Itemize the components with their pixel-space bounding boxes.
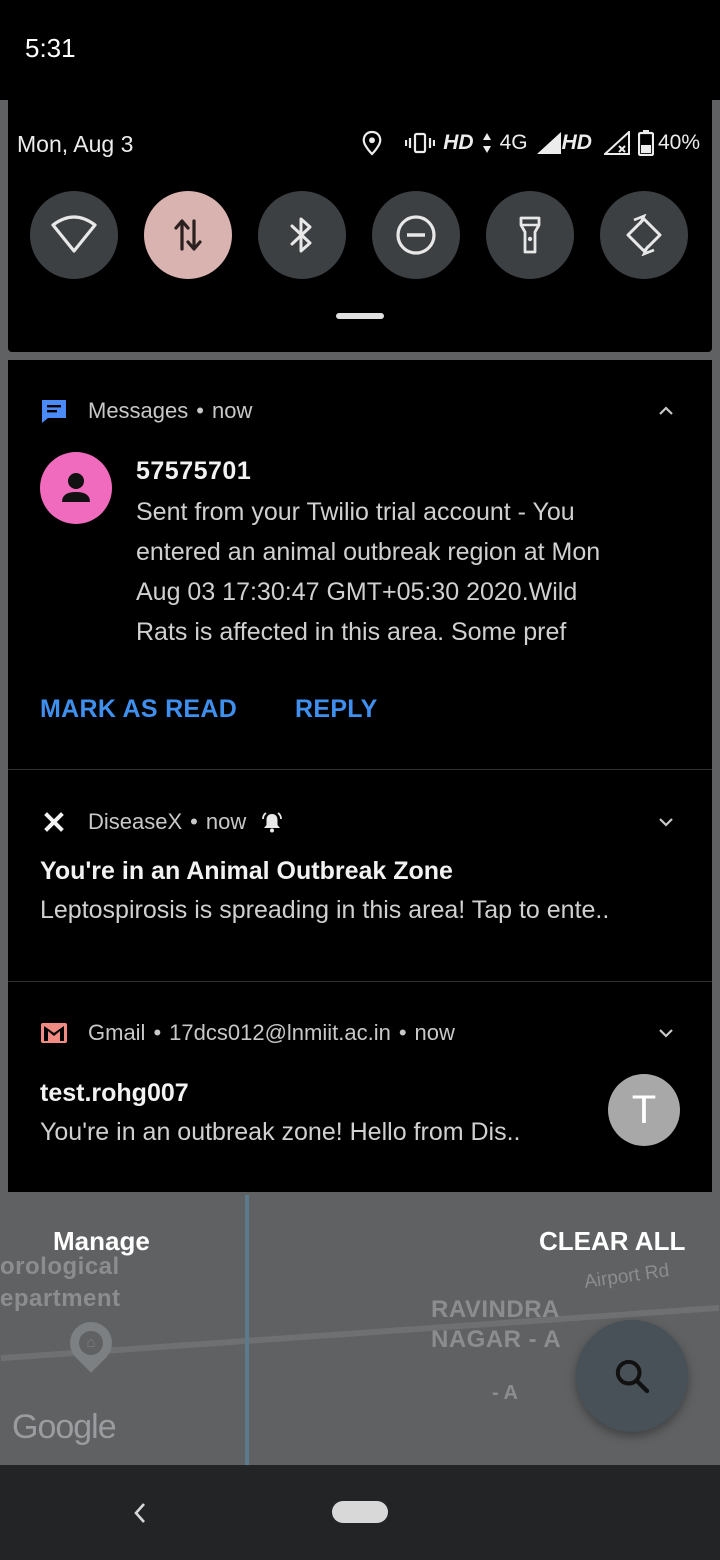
wifi-icon (51, 215, 97, 253)
map-label-road: Airport Rd (582, 1260, 671, 1293)
google-logo: Google (12, 1408, 117, 1446)
person-icon (62, 473, 90, 502)
expand-button[interactable] (656, 1023, 676, 1043)
flashlight-icon (519, 216, 541, 254)
data-arrows-icon (482, 133, 491, 153)
separator-dot: • (196, 398, 204, 423)
tile-auto-rotate[interactable] (600, 191, 688, 279)
app-name: DiseaseX (88, 809, 183, 834)
chevron-up-icon (659, 406, 673, 415)
battery-icon (637, 130, 654, 156)
sender-avatar: T (608, 1074, 680, 1146)
quick-settings-panel: Mon, Aug 3 HD 4G HD 40% (8, 100, 712, 352)
notification-messages[interactable]: Messages • now 57575701 Sent from your T… (8, 360, 712, 769)
mark-as-read-button[interactable]: MARK AS READ (40, 695, 237, 724)
message-sender: 57575701 (136, 457, 252, 485)
app-name: Messages (88, 398, 189, 423)
tile-flashlight[interactable] (486, 191, 574, 279)
notification-header: DiseaseX • now (40, 807, 284, 837)
shade-drag-handle[interactable] (336, 313, 384, 319)
notification-gmail[interactable]: Gmail • 17dcs012@lnmiit.ac.in • now test… (8, 982, 712, 1192)
map-search-button[interactable] (576, 1320, 688, 1432)
hd-voice-label: HD (443, 131, 474, 154)
alert-bell-icon (262, 812, 283, 833)
contact-avatar (40, 452, 112, 524)
map-river (245, 1195, 249, 1465)
message-line: entered an animal outbreak region at Mon (136, 538, 601, 566)
message-line: Rats is affected in this area. Some pref (136, 618, 567, 646)
search-icon (615, 1359, 650, 1394)
message-body: Sent from your Twilio trial account - Yo… (136, 492, 676, 652)
location-icon (362, 130, 382, 156)
message-line: Sent from your Twilio trial account - Yo… (136, 498, 575, 526)
messages-app-icon (40, 397, 68, 425)
chevron-down-icon (659, 1029, 673, 1038)
tile-bluetooth[interactable] (258, 191, 346, 279)
hd-signal-label: HD (561, 131, 592, 154)
signal-icon (536, 132, 561, 154)
separator-dot: • (153, 1020, 162, 1045)
quick-tiles (30, 191, 690, 279)
map-place-pin-icon[interactable]: ⌂ (61, 1313, 121, 1373)
home-pill-button[interactable] (332, 1501, 388, 1523)
notification-time: now (414, 1020, 455, 1045)
expand-button[interactable] (656, 812, 676, 832)
manage-button[interactable]: Manage (53, 1226, 150, 1257)
bluetooth-icon (290, 217, 312, 253)
tile-do-not-disturb[interactable] (372, 191, 460, 279)
map-label-area-1: RAVINDRA (431, 1296, 560, 1323)
vibrate-icon (405, 132, 436, 154)
map-label-dept-2: epartment (0, 1285, 121, 1312)
map-label-area-2: NAGAR - A (431, 1326, 562, 1353)
notification-text: Leptospirosis is spreading in this area!… (40, 896, 610, 924)
shade-date: Mon, Aug 3 (17, 131, 134, 157)
notification-time: now (205, 809, 247, 834)
notification-time: now (211, 398, 253, 423)
mobile-data-icon (174, 219, 202, 251)
network-type-label: 4G (499, 131, 528, 154)
reply-button[interactable]: REPLY (295, 695, 378, 724)
diseasex-app-icon (40, 808, 68, 836)
map-label-a: - A (492, 1382, 518, 1404)
navigation-bar (0, 1465, 720, 1560)
signal-no-sim-icon (603, 131, 630, 155)
notification-header: Gmail • 17dcs012@lnmiit.ac.in • now (40, 1018, 455, 1048)
status-clock: 5:31 (25, 33, 76, 63)
auto-rotate-icon (626, 214, 662, 256)
chevron-down-icon (659, 818, 673, 827)
email-preview: You're in an outbreak zone! Hello from D… (40, 1118, 521, 1146)
tile-mobile-data[interactable] (144, 191, 232, 279)
collapse-button[interactable] (656, 401, 676, 421)
clear-all-button[interactable]: CLEAR ALL (539, 1226, 685, 1257)
message-line: Aug 03 17:30:47 GMT+05:30 2020.Wild (136, 578, 578, 606)
status-icons: HD 4G HD 40% (361, 128, 700, 158)
back-button[interactable] (128, 1495, 152, 1531)
notification-title: You're in an Animal Outbreak Zone (40, 857, 453, 885)
tile-wifi[interactable] (30, 191, 118, 279)
do-not-disturb-icon (396, 215, 436, 255)
account-email: 17dcs012@lnmiit.ac.in (169, 1020, 391, 1045)
email-sender: test.rohg007 (40, 1079, 189, 1107)
status-bar: 5:31 (0, 0, 720, 100)
gmail-app-icon (40, 1019, 68, 1047)
separator-dot: • (190, 809, 198, 834)
separator-dot: • (398, 1020, 407, 1045)
notification-list: Messages • now 57575701 Sent from your T… (8, 360, 712, 1192)
notification-header: Messages • now (40, 396, 252, 426)
notification-diseasex[interactable]: DiseaseX • now You're in an Animal Outbr… (8, 770, 712, 981)
battery-percent: 40% (657, 131, 700, 154)
app-name: Gmail (88, 1020, 146, 1045)
back-chevron-icon (134, 1503, 145, 1523)
